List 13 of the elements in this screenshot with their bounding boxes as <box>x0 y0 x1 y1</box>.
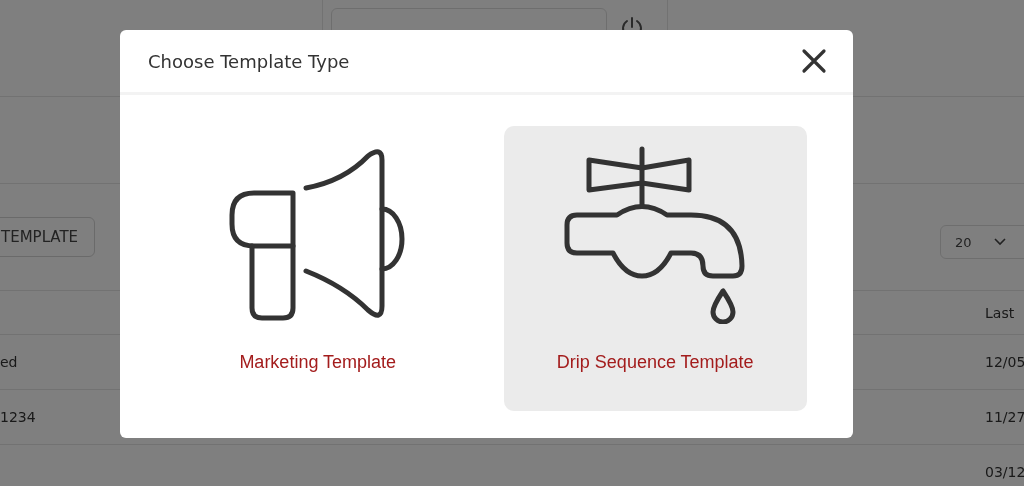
table-cell: 1234 <box>0 409 36 425</box>
page-size-select[interactable]: 20 <box>940 225 1024 259</box>
chevron-down-icon <box>993 238 1006 246</box>
template-option[interactable]: Marketing Template <box>166 126 470 411</box>
table-cell: 12/05 <box>985 354 1024 370</box>
table-cell: ed <box>0 354 18 370</box>
template-option[interactable]: Drip Sequence Template <box>503 126 807 411</box>
close-icon[interactable] <box>801 48 827 74</box>
table-cell: 03/12 <box>985 464 1024 480</box>
column-header: Last <box>985 304 1016 321</box>
template-button[interactable]: TEMPLATE <box>0 217 96 257</box>
modal-title: Choose Template Type <box>148 50 350 72</box>
table-cell: 11/27 <box>985 409 1024 425</box>
